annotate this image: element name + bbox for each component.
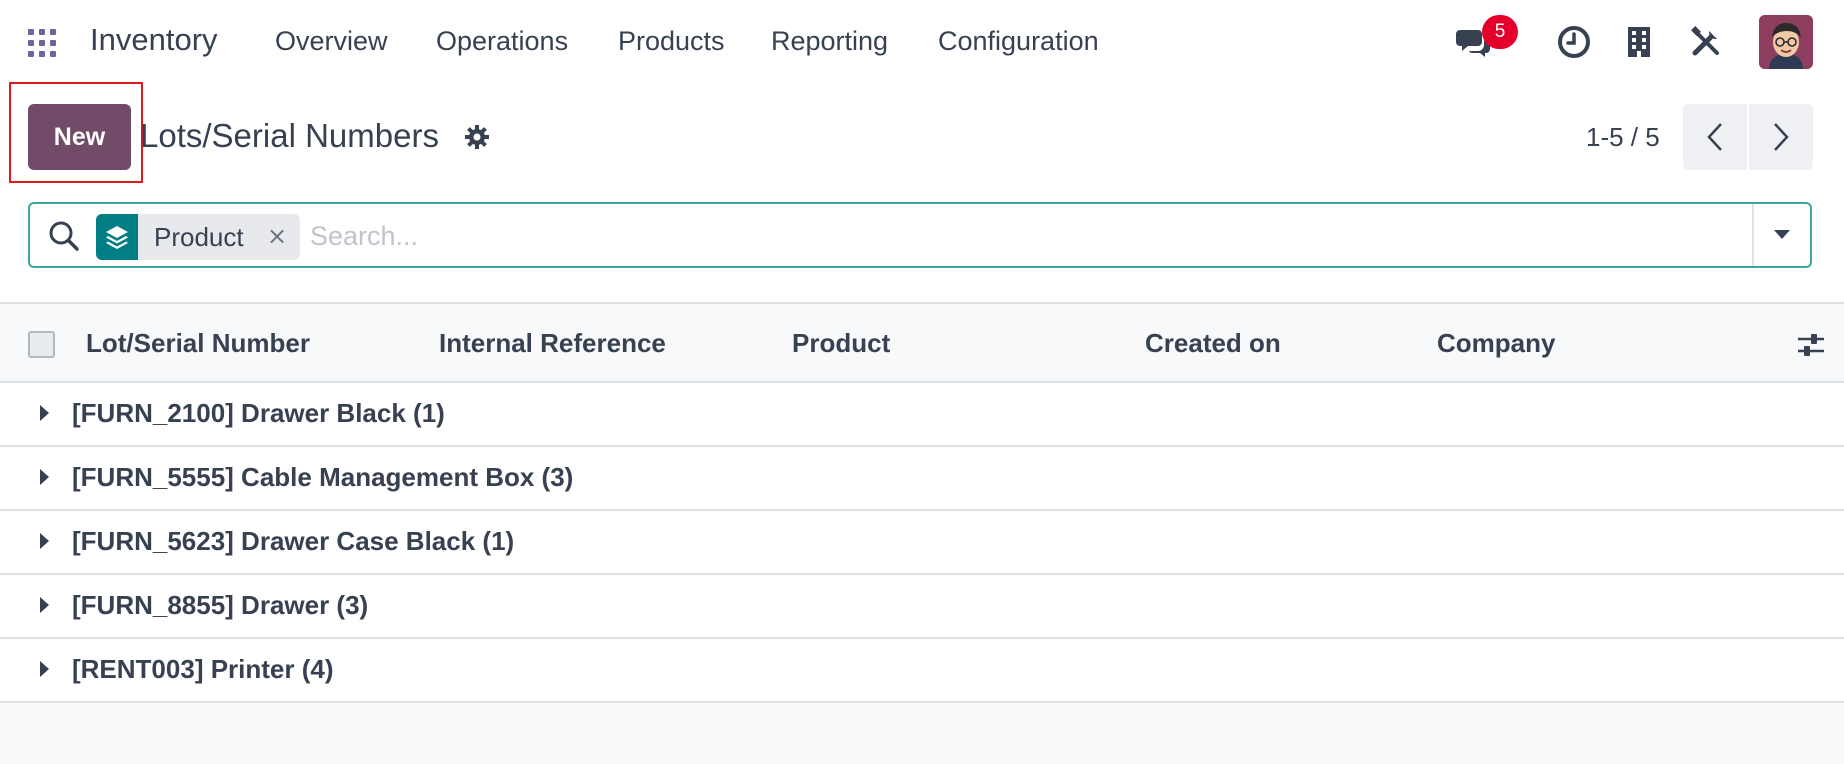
caret-right-icon bbox=[40, 597, 49, 613]
caret-right-icon bbox=[40, 405, 49, 421]
pager-previous-button[interactable] bbox=[1683, 104, 1747, 170]
building-icon[interactable] bbox=[1619, 22, 1659, 62]
group-row[interactable]: [RENT003] Printer (4) bbox=[0, 639, 1844, 703]
caret-down-icon bbox=[1774, 230, 1790, 239]
group-row[interactable]: [FURN_8855] Drawer (3) bbox=[0, 575, 1844, 639]
column-header[interactable]: Company bbox=[1437, 328, 1555, 359]
user-avatar[interactable] bbox=[1759, 15, 1813, 69]
menu-configuration[interactable]: Configuration bbox=[938, 26, 1099, 57]
group-label: [FURN_8855] Drawer (3) bbox=[72, 590, 369, 620]
group-row[interactable]: [FURN_2100] Drawer Black (1) bbox=[0, 383, 1844, 447]
message-count-badge: 5 bbox=[1482, 15, 1518, 49]
group-row[interactable]: [FURN_5623] Drawer Case Black (1) bbox=[0, 511, 1844, 575]
optional-columns-icon[interactable] bbox=[1796, 330, 1826, 360]
group-label: [FURN_5555] Cable Management Box (3) bbox=[72, 462, 574, 492]
column-header[interactable]: Created on bbox=[1145, 328, 1281, 359]
group-label: [FURN_2100] Drawer Black (1) bbox=[72, 398, 445, 428]
menu-products[interactable]: Products bbox=[618, 26, 725, 57]
facet-label: Product bbox=[154, 222, 244, 252]
layers-icon bbox=[96, 214, 138, 260]
chevron-left-icon bbox=[1707, 123, 1722, 151]
caret-right-icon bbox=[40, 661, 49, 677]
search-facet-product[interactable]: Product × bbox=[96, 214, 300, 260]
table-header: Lot/Serial Number Internal Reference Pro… bbox=[0, 302, 1844, 383]
pager-next-button[interactable] bbox=[1749, 104, 1813, 170]
menu-overview[interactable]: Overview bbox=[275, 26, 388, 57]
group-row[interactable]: [FURN_5555] Cable Management Box (3) bbox=[0, 447, 1844, 511]
caret-right-icon bbox=[40, 533, 49, 549]
search-input[interactable] bbox=[310, 216, 1780, 256]
top-navbar: Inventory Overview Operations Products R… bbox=[0, 0, 1844, 82]
column-header[interactable]: Product bbox=[792, 328, 890, 359]
select-all-checkbox[interactable] bbox=[28, 331, 55, 358]
search-options-toggle[interactable] bbox=[1752, 204, 1810, 266]
control-panel bbox=[0, 82, 1844, 302]
menu-operations[interactable]: Operations bbox=[436, 26, 568, 57]
group-label: [RENT003] Printer (4) bbox=[72, 654, 334, 684]
new-button[interactable]: New bbox=[28, 104, 131, 170]
clock-icon[interactable] bbox=[1554, 22, 1594, 62]
column-header[interactable]: Lot/Serial Number bbox=[86, 328, 310, 359]
page-title: Lots/Serial Numbers bbox=[140, 117, 439, 154]
facet-remove-icon[interactable]: × bbox=[264, 222, 290, 250]
caret-right-icon bbox=[40, 469, 49, 485]
group-label: [FURN_5623] Drawer Case Black (1) bbox=[72, 526, 515, 556]
column-header[interactable]: Internal Reference bbox=[439, 328, 666, 359]
chevron-right-icon bbox=[1774, 123, 1789, 151]
tools-icon[interactable] bbox=[1686, 22, 1726, 62]
app-title[interactable]: Inventory bbox=[90, 22, 218, 58]
gear-icon[interactable] bbox=[462, 122, 492, 152]
pager-value[interactable]: 1-5 / 5 bbox=[1586, 122, 1660, 153]
menu-reporting[interactable]: Reporting bbox=[771, 26, 888, 57]
search-icon[interactable] bbox=[48, 220, 80, 252]
search-bar: Product × bbox=[28, 202, 1812, 268]
empty-list-area bbox=[0, 704, 1844, 764]
apps-grid-icon[interactable] bbox=[28, 29, 56, 57]
